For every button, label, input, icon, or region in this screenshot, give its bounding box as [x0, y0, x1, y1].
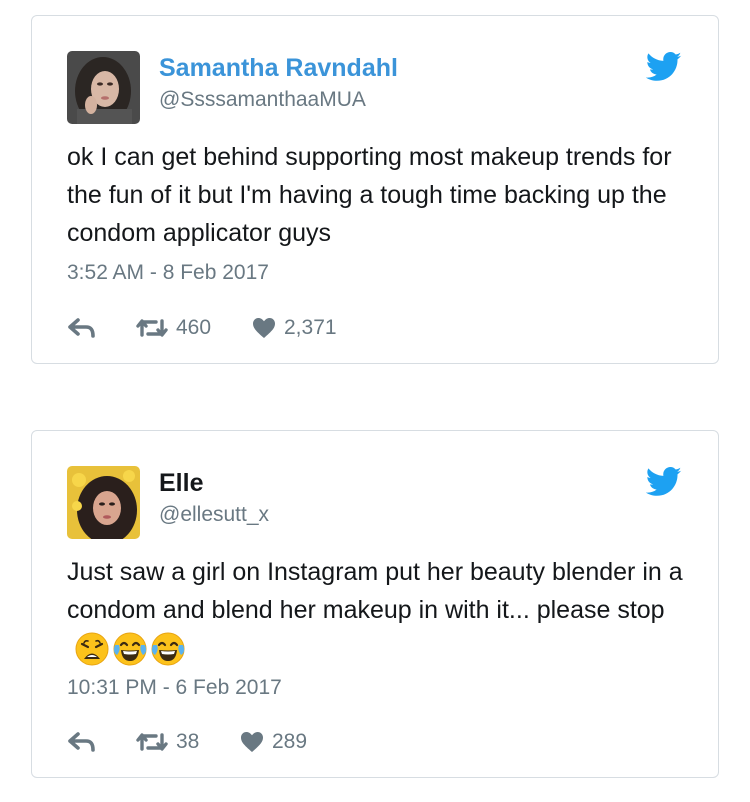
retweet-count: 38	[176, 730, 200, 753]
author-handle[interactable]: @ellesutt_x	[159, 503, 269, 527]
reply-button[interactable]	[67, 317, 134, 339]
twitter-bird-icon[interactable]	[646, 467, 682, 497]
tweet-timestamp[interactable]: 3:52 AM - 8 Feb 2017	[67, 261, 269, 285]
tweet-text-content: Just saw a girl on Instagram put her bea…	[67, 558, 683, 624]
weary-face-icon	[75, 632, 109, 666]
retweet-icon	[136, 733, 168, 751]
tweet-card[interactable]: Samantha Ravndahl @SsssamanthaaMUA ok I …	[31, 15, 719, 364]
tweet-actions: 460 2,371	[67, 313, 337, 343]
like-count: 2,371	[284, 316, 337, 339]
retweet-count: 460	[176, 316, 212, 339]
reply-button[interactable]	[67, 731, 134, 753]
reply-icon	[68, 318, 95, 338]
tweet-text: Just saw a girl on Instagram put her bea…	[67, 553, 697, 667]
like-count: 289	[272, 730, 308, 753]
face-with-tears-of-joy-icon	[113, 632, 147, 666]
like-button[interactable]: 2,371	[252, 316, 337, 340]
retweet-icon	[136, 319, 168, 337]
retweet-button[interactable]: 38	[134, 730, 240, 754]
retweet-button[interactable]: 460	[134, 316, 252, 340]
author-name[interactable]: Samantha Ravndahl	[159, 54, 398, 83]
tweet-timestamp[interactable]: 10:31 PM - 6 Feb 2017	[67, 676, 282, 700]
tweet-text: ok I can get behind supporting most make…	[67, 138, 697, 252]
heart-icon	[253, 318, 275, 338]
avatar[interactable]	[67, 466, 140, 539]
like-button[interactable]: 289	[240, 730, 307, 754]
tweet-actions: 38 289	[67, 727, 307, 757]
author-handle[interactable]: @SsssamanthaaMUA	[159, 88, 366, 112]
twitter-bird-icon[interactable]	[646, 52, 682, 82]
avatar[interactable]	[67, 51, 140, 124]
heart-icon	[241, 732, 263, 752]
tweet-text-content: ok I can get behind supporting most make…	[67, 143, 672, 247]
emoji-row	[75, 632, 185, 666]
reply-icon	[68, 732, 95, 752]
author-name[interactable]: Elle	[159, 469, 203, 498]
tweet-card[interactable]: Elle @ellesutt_x Just saw a girl on Inst…	[31, 430, 719, 778]
face-with-tears-of-joy-icon	[151, 632, 185, 666]
